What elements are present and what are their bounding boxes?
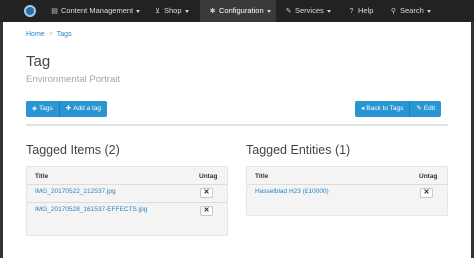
- top-navbar: ▤ Content Management ⊻ Shop ✱ Configuration…: [0, 0, 474, 22]
- folder-icon: ▤: [51, 8, 58, 15]
- tagged-item-link[interactable]: IMG_20170528_161537-EFFECTS.jpg: [35, 206, 147, 213]
- column-header-untag: Untag: [419, 173, 438, 180]
- untag-button[interactable]: ✕: [200, 206, 213, 216]
- window-frame-left: [0, 22, 3, 258]
- nav-help[interactable]: ? Help: [347, 0, 374, 22]
- column-header-untag: Untag: [199, 173, 218, 180]
- back-to-tags-button[interactable]: ◂ Back to Tags: [355, 101, 411, 117]
- caret-down-icon: [426, 9, 431, 13]
- left-button-group: ◈ Tags ✚ Add a tag: [26, 101, 108, 117]
- tags-icon: ◈: [32, 105, 37, 112]
- breadcrumb-home[interactable]: Home: [26, 31, 45, 38]
- close-icon: ✕: [423, 189, 430, 196]
- nav-search[interactable]: ⚲ Search: [389, 0, 431, 22]
- column-header-title: Title: [255, 173, 269, 180]
- gear-icon: ✱: [209, 8, 216, 15]
- nav-shop[interactable]: ⊻ Shop: [153, 0, 189, 22]
- right-button-group: ◂ Back to Tags ✎ Edit: [355, 101, 442, 117]
- caret-down-icon: [136, 9, 141, 13]
- breadcrumb: Home > Tags: [26, 31, 72, 38]
- column-header-title: Title: [35, 173, 49, 180]
- nav-content-management[interactable]: ▤ Content Management: [50, 0, 141, 22]
- search-icon: ⚲: [390, 8, 397, 15]
- tagged-entity-link[interactable]: Hasselblad H23 (£10000): [255, 188, 329, 195]
- untag-button[interactable]: ✕: [420, 188, 433, 198]
- arrow-left-icon: ◂: [361, 105, 365, 112]
- nav-services[interactable]: ✎ Services: [284, 0, 331, 22]
- untag-button[interactable]: ✕: [200, 188, 213, 198]
- breadcrumb-tags[interactable]: Tags: [57, 31, 72, 38]
- edit-button[interactable]: ✎ Edit: [410, 101, 442, 117]
- caret-down-icon: [266, 9, 271, 13]
- cart-icon: ⊻: [154, 8, 161, 15]
- add-tag-button[interactable]: ✚ Add a tag: [59, 101, 108, 117]
- logo-icon[interactable]: [24, 5, 36, 17]
- caret-down-icon: [184, 9, 189, 13]
- wrench-icon: ✎: [285, 8, 292, 15]
- tags-button[interactable]: ◈ Tags: [26, 101, 60, 117]
- table-header-separator: [247, 184, 447, 185]
- caret-down-icon: [326, 9, 331, 13]
- tagged-item-link[interactable]: IMG_20170522_212537.jpg: [35, 188, 116, 195]
- page-subtitle: Environmental Portrait: [26, 74, 120, 85]
- page-title: Tag: [26, 53, 51, 70]
- plus-icon: ✚: [65, 105, 72, 112]
- pencil-icon: ✎: [416, 105, 422, 112]
- table-row-separator: [27, 202, 227, 203]
- table-header-separator: [27, 184, 227, 185]
- close-icon: ✕: [203, 207, 210, 214]
- tagged-items-heading: Tagged Items (2): [26, 143, 120, 157]
- tagged-entities-heading: Tagged Entities (1): [246, 143, 351, 157]
- divider: [26, 124, 448, 126]
- breadcrumb-separator: >: [48, 31, 53, 38]
- tagged-entities-table: Title Untag Hasselblad H23 (£10000) ✕: [246, 166, 448, 216]
- question-icon: ?: [349, 8, 354, 15]
- tagged-items-table: Title Untag IMG_20170522_212537.jpg ✕ IM…: [26, 166, 228, 236]
- close-icon: ✕: [203, 189, 210, 196]
- nav-configuration[interactable]: ✱ Configuration: [200, 0, 276, 22]
